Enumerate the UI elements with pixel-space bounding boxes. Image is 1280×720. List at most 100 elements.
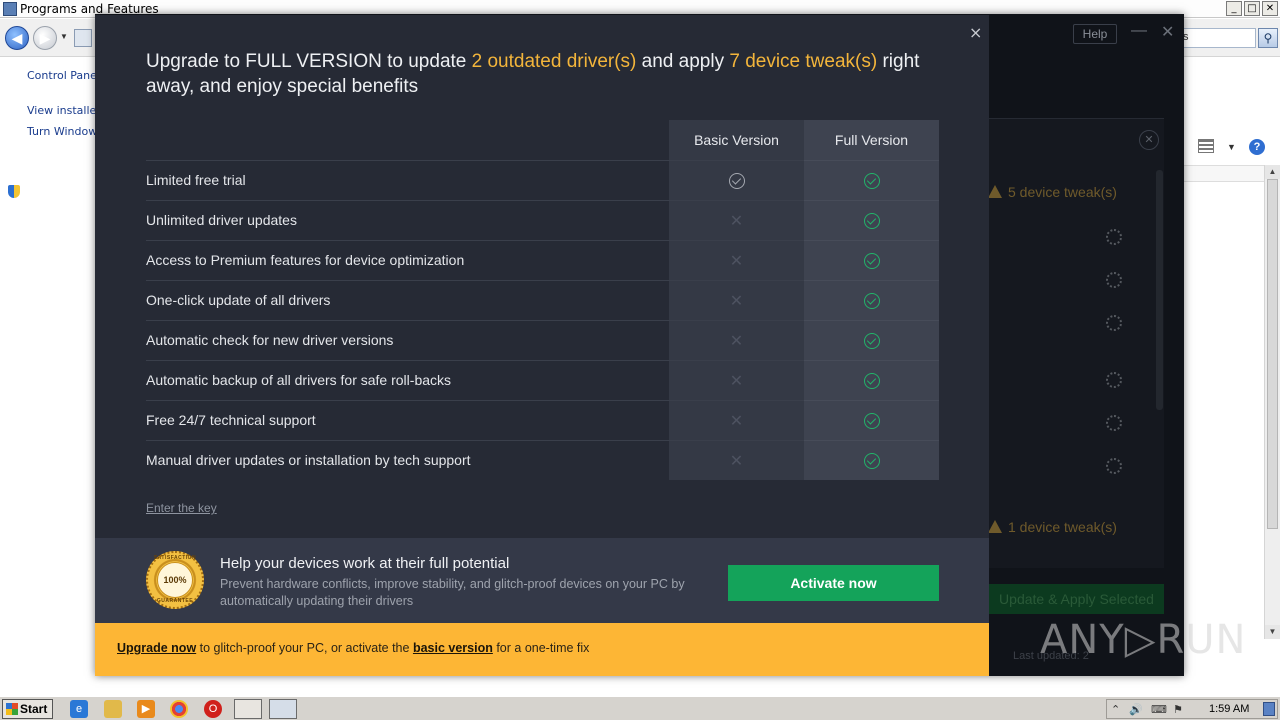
promo-section: SATISFACTION 100% GUARANTEE Help your de… bbox=[95, 538, 989, 623]
upgrade-banner: Upgrade now to glitch-proof your PC, or … bbox=[95, 623, 989, 676]
warning-icon bbox=[988, 185, 1002, 198]
maximize-button[interactable]: □ bbox=[1244, 1, 1260, 16]
panel-close-icon[interactable]: ✕ bbox=[1139, 130, 1159, 150]
cross-icon: ✕ bbox=[729, 411, 744, 430]
file-explorer-icon[interactable] bbox=[104, 700, 122, 718]
volume-icon[interactable]: 🔊 bbox=[1129, 703, 1143, 716]
modal-close-icon[interactable]: × bbox=[969, 23, 982, 42]
basic-version-cell: ✕ bbox=[669, 400, 804, 440]
upgrade-modal: × Upgrade to FULL VERSION to update 2 ou… bbox=[95, 15, 989, 676]
full-version-header: Full Version bbox=[804, 120, 939, 160]
help-icon[interactable]: ? bbox=[1249, 139, 1265, 155]
full-version-cell bbox=[804, 200, 939, 240]
show-desktop-icon[interactable] bbox=[1263, 702, 1275, 716]
check-circle-icon bbox=[863, 412, 880, 429]
start-label: Start bbox=[20, 702, 48, 716]
window-controls: _ □ ✕ bbox=[1226, 1, 1278, 16]
loading-spinner-icon bbox=[1106, 272, 1122, 288]
check-circle-icon bbox=[863, 332, 880, 349]
search-icon[interactable]: ⚲ bbox=[1258, 28, 1278, 48]
scroll-down-arrow-icon[interactable]: ▼ bbox=[1265, 625, 1280, 639]
full-version-cell bbox=[804, 400, 939, 440]
tweak-warning-2: 1 device tweak(s) bbox=[988, 519, 1117, 535]
tweak-warning-text: 1 device tweak(s) bbox=[1008, 519, 1117, 535]
media-player-icon[interactable]: ▶ bbox=[137, 700, 155, 718]
show-hidden-icons-icon[interactable]: ⌃ bbox=[1111, 703, 1120, 716]
banner-text: to glitch-proof your PC, or activate the bbox=[196, 641, 413, 655]
check-circle-icon bbox=[728, 172, 745, 189]
explorer-scrollbar[interactable]: ▲ ▼ bbox=[1264, 165, 1280, 639]
view-installed-updates-link[interactable]: View installed bbox=[27, 104, 103, 117]
full-version-cell bbox=[804, 240, 939, 280]
basic-version-header: Basic Version bbox=[669, 120, 804, 160]
basic-version-link[interactable]: basic version bbox=[413, 641, 493, 655]
cross-icon: ✕ bbox=[729, 451, 744, 470]
recent-pages-dropdown-icon[interactable]: ▼ bbox=[60, 32, 68, 41]
scroll-thumb[interactable] bbox=[1267, 179, 1278, 529]
full-version-cell bbox=[804, 440, 939, 480]
check-circle-icon bbox=[863, 292, 880, 309]
view-options-icon[interactable] bbox=[1198, 139, 1214, 153]
scroll-up-arrow-icon[interactable]: ▲ bbox=[1265, 165, 1280, 179]
clock[interactable]: 1:59 AM bbox=[1209, 703, 1249, 715]
internet-explorer-icon[interactable]: e bbox=[70, 700, 88, 718]
device-tweaks-count: 7 device tweak(s) bbox=[729, 51, 878, 72]
loading-spinner-icon bbox=[1106, 229, 1122, 245]
full-version-cell bbox=[804, 360, 939, 400]
full-version-cell bbox=[804, 280, 939, 320]
feature-row: Free 24/7 technical support ✕ bbox=[146, 400, 939, 440]
shield-icon bbox=[8, 185, 20, 198]
view-dropdown-icon[interactable]: ▼ bbox=[1227, 142, 1236, 152]
cross-icon: ✕ bbox=[729, 251, 744, 270]
cross-icon: ✕ bbox=[729, 371, 744, 390]
taskbar-control-panel-task[interactable] bbox=[234, 699, 262, 719]
minimize-button[interactable]: _ bbox=[1226, 1, 1242, 16]
search-input[interactable]: s bbox=[1180, 28, 1256, 48]
app-close-button[interactable]: ✕ bbox=[1161, 22, 1174, 42]
app-minimize-button[interactable]: — bbox=[1131, 22, 1147, 40]
control-panel-link[interactable]: Control Panel bbox=[27, 69, 100, 82]
left-pane: Control Panel View installed Turn Window… bbox=[0, 58, 103, 698]
activate-now-button[interactable]: Activate now bbox=[728, 565, 939, 601]
close-window-button[interactable]: ✕ bbox=[1262, 1, 1278, 16]
basic-version-cell: ✕ bbox=[669, 200, 804, 240]
check-circle-icon bbox=[863, 252, 880, 269]
feature-label: Access to Premium features for device op… bbox=[146, 252, 465, 268]
app-scrollbar[interactable] bbox=[1156, 170, 1163, 410]
feature-label: Automatic check for new driver versions bbox=[146, 332, 394, 348]
basic-version-cell: ✕ bbox=[669, 360, 804, 400]
turn-windows-features-link[interactable]: Turn Windows bbox=[27, 125, 103, 138]
feature-label: Unlimited driver updates bbox=[146, 212, 297, 228]
upgrade-banner-text: Upgrade now to glitch-proof your PC, or … bbox=[117, 641, 589, 655]
opera-icon[interactable]: O bbox=[204, 700, 222, 718]
back-arrow-icon[interactable]: ◀ bbox=[5, 26, 29, 50]
network-icon[interactable]: ⌨ bbox=[1151, 703, 1167, 716]
system-tray: ⌃ 🔊 ⌨ ⚑ 1:59 AM bbox=[1106, 699, 1278, 719]
action-center-flag-icon[interactable]: ⚑ bbox=[1173, 703, 1183, 716]
check-circle-icon bbox=[863, 212, 880, 229]
chrome-icon[interactable] bbox=[170, 700, 188, 718]
feature-label: Automatic backup of all drivers for safe… bbox=[146, 372, 452, 388]
taskbar-driver-app-task[interactable] bbox=[269, 699, 297, 719]
start-button[interactable]: Start bbox=[2, 699, 53, 719]
loading-spinner-icon bbox=[1106, 315, 1122, 331]
forward-arrow-icon[interactable]: ▶ bbox=[33, 26, 57, 50]
enter-key-link[interactable]: Enter the key bbox=[146, 501, 217, 515]
watermark-text: ANY▷RUN bbox=[1040, 617, 1247, 663]
cross-icon: ✕ bbox=[729, 331, 744, 350]
feature-row: Manual driver updates or installation by… bbox=[146, 440, 939, 480]
promo-title: Help your devices work at their full pot… bbox=[220, 555, 510, 572]
title-text: and apply bbox=[636, 51, 730, 72]
comparison-table: Basic Version Full Version Limited free … bbox=[146, 120, 939, 480]
upgrade-now-link[interactable]: Upgrade now bbox=[117, 641, 196, 655]
anyrun-watermark: ANY▷RUN bbox=[1040, 605, 1245, 675]
outdated-drivers-count: 2 outdated driver(s) bbox=[471, 51, 637, 72]
app-help-button[interactable]: Help bbox=[1073, 24, 1117, 44]
banner-text: for a one-time fix bbox=[492, 641, 590, 655]
seal-center-text: 100% bbox=[157, 562, 193, 598]
seal-bottom-text: GUARANTEE bbox=[156, 598, 194, 604]
basic-version-cell: ✕ bbox=[669, 440, 804, 480]
tweak-warning-1: 5 device tweak(s) bbox=[988, 184, 1117, 200]
satisfaction-guarantee-badge: SATISFACTION 100% GUARANTEE bbox=[146, 551, 204, 609]
check-circle-icon bbox=[863, 172, 880, 189]
